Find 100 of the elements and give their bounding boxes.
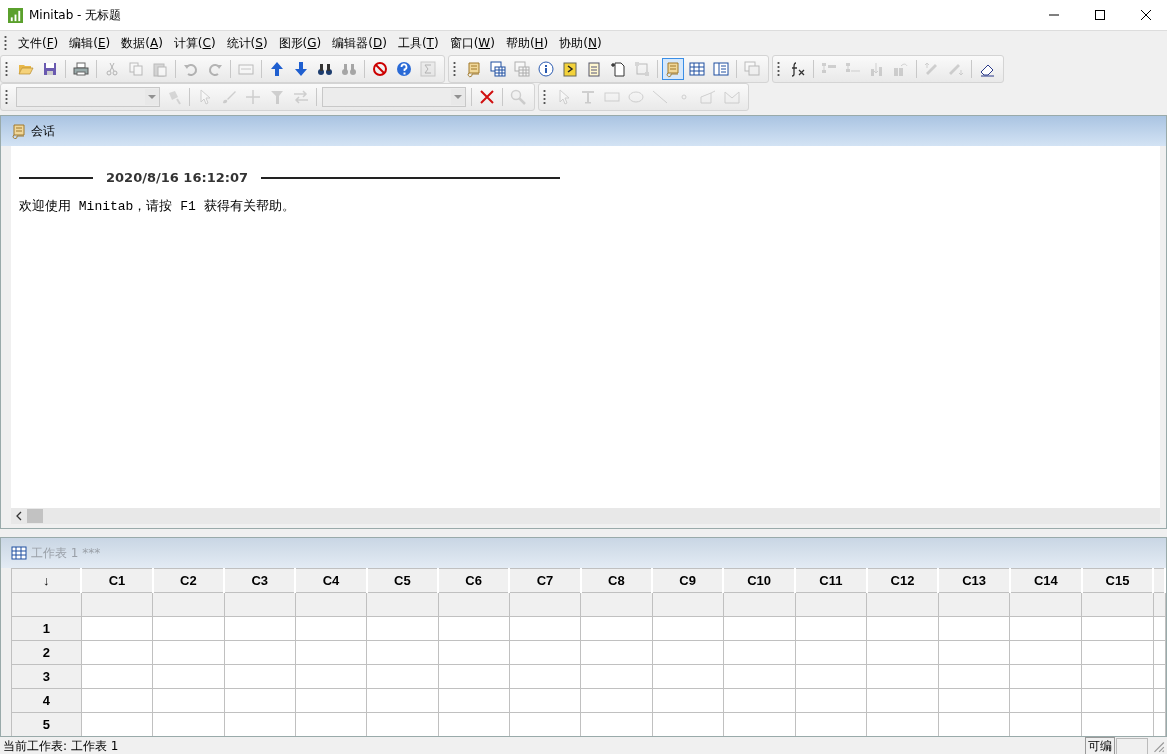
row-header[interactable]: 4 [11, 688, 82, 713]
grip-icon[interactable] [4, 35, 7, 51]
grid-cell[interactable] [366, 664, 438, 689]
grid-cell[interactable] [224, 616, 296, 641]
grid-cell[interactable] [152, 688, 225, 713]
column-header[interactable]: C4 [295, 568, 367, 593]
grid-cell[interactable] [295, 640, 367, 665]
column-header[interactable]: C7 [509, 568, 581, 593]
grid-cell[interactable] [938, 616, 1010, 641]
grid-cell[interactable] [723, 688, 795, 713]
grid-cell[interactable] [866, 688, 939, 713]
grid-cell[interactable] [366, 640, 438, 665]
menu-item[interactable]: 窗口(W) [444, 34, 501, 52]
row-header[interactable]: 1 [11, 616, 82, 641]
grid-cell[interactable] [152, 616, 225, 641]
menu-item[interactable]: 工具(T) [392, 34, 445, 52]
grid-cell[interactable] [1081, 640, 1154, 665]
grip-icon[interactable] [453, 61, 456, 77]
menu-item[interactable]: 编辑器(D) [327, 34, 393, 52]
grid-cell[interactable] [1010, 664, 1082, 689]
maximize-icon[interactable] [1095, 10, 1105, 20]
grip-icon[interactable] [5, 61, 8, 77]
close-icon[interactable] [1141, 10, 1151, 20]
grid-cell[interactable] [866, 616, 939, 641]
column-header[interactable]: C2 [152, 568, 225, 593]
info-icon[interactable] [535, 58, 557, 80]
grid-cell[interactable] [723, 616, 795, 641]
grid-cell[interactable] [723, 640, 795, 665]
grid-cell[interactable] [938, 688, 1010, 713]
grid-cell[interactable] [795, 664, 867, 689]
grid-cell[interactable] [81, 664, 153, 689]
menu-item[interactable]: 数据(A) [116, 34, 169, 52]
menu-item[interactable]: 图形(G) [273, 34, 328, 52]
column-header[interactable]: C9 [652, 568, 724, 593]
grid-cell[interactable] [580, 664, 652, 689]
grid-cell[interactable] [366, 688, 438, 713]
grid-cell[interactable] [1010, 640, 1082, 665]
grid-cell[interactable] [580, 616, 652, 641]
grid-cell[interactable] [938, 664, 1010, 689]
column-header[interactable]: C13 [938, 568, 1010, 593]
grid-cell[interactable] [795, 640, 867, 665]
grid-cell[interactable] [938, 640, 1010, 665]
column-header[interactable]: ↓ [11, 568, 82, 593]
grid-cell[interactable] [509, 664, 581, 689]
grid-cell[interactable] [652, 664, 724, 689]
column-header[interactable]: C11 [795, 568, 867, 593]
row-header[interactable]: 2 [11, 640, 82, 665]
menu-item[interactable]: 协助(N) [554, 34, 608, 52]
horizontal-scrollbar[interactable] [11, 508, 1160, 524]
menu-item[interactable]: 文件(F) [13, 34, 65, 52]
column-header[interactable]: C8 [580, 568, 652, 593]
grid-cell[interactable] [723, 664, 795, 689]
grid-cell[interactable] [652, 688, 724, 713]
grid-cell[interactable] [509, 640, 581, 665]
grid-cell[interactable] [295, 664, 367, 689]
row-header[interactable]: 3 [11, 664, 82, 689]
menu-item[interactable]: 帮助(H) [500, 34, 555, 52]
column-header[interactable]: C12 [866, 568, 939, 593]
column-header[interactable]: C5 [366, 568, 438, 593]
scroll-icon[interactable] [662, 58, 684, 80]
grid-cell[interactable] [366, 616, 438, 641]
grid-cell[interactable] [795, 616, 867, 641]
grid-cell[interactable] [652, 616, 724, 641]
grid-cell[interactable] [1081, 616, 1154, 641]
grid-cell[interactable] [1010, 688, 1082, 713]
grid-cell[interactable] [580, 688, 652, 713]
column-header[interactable]: C6 [438, 568, 510, 593]
grid-cell[interactable] [1081, 664, 1154, 689]
column-header[interactable]: C3 [224, 568, 296, 593]
tables-icon[interactable] [487, 58, 509, 80]
grid-cell[interactable] [81, 640, 153, 665]
column-header[interactable]: C15 [1081, 568, 1154, 593]
grid-cell[interactable] [866, 664, 939, 689]
grid-cell[interactable] [438, 616, 510, 641]
grid-cell[interactable] [81, 688, 153, 713]
grid-cell[interactable] [438, 688, 510, 713]
column-header[interactable]: C1 [81, 568, 153, 593]
grip-icon[interactable] [543, 89, 546, 105]
grid-cell[interactable] [866, 640, 939, 665]
row-header[interactable]: 5 [11, 712, 82, 736]
menu-item[interactable]: 统计(S) [221, 34, 274, 52]
grid-cell[interactable] [1010, 616, 1082, 641]
grid-cell[interactable] [438, 664, 510, 689]
grid-cell[interactable] [295, 688, 367, 713]
column-header[interactable]: C10 [723, 568, 795, 593]
grip-icon[interactable] [5, 89, 8, 105]
grid-cell[interactable] [795, 688, 867, 713]
menu-item[interactable]: 计算(C) [168, 34, 222, 52]
grid-cell[interactable] [509, 616, 581, 641]
grid-cell[interactable] [152, 640, 225, 665]
grid-cell[interactable] [438, 640, 510, 665]
grid-cell[interactable] [652, 640, 724, 665]
grid-cell[interactable] [81, 616, 153, 641]
column-header[interactable]: C14 [1010, 568, 1082, 593]
menu-item[interactable]: 编辑(E) [64, 34, 117, 52]
grid-cell[interactable] [580, 640, 652, 665]
grid-cell[interactable] [224, 688, 296, 713]
grid-cell[interactable] [295, 616, 367, 641]
grid-cell[interactable] [152, 664, 225, 689]
grid-cell[interactable] [1081, 688, 1154, 713]
